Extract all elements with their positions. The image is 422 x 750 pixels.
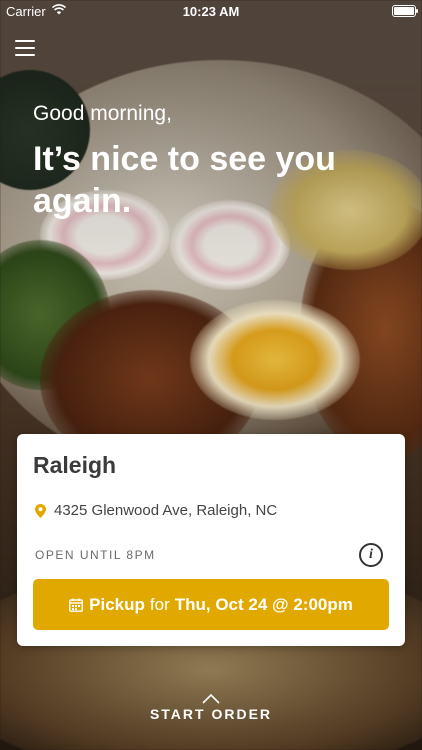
location-pin-icon <box>35 503 46 518</box>
location-address: 4325 Glenwood Ave, Raleigh, NC <box>54 502 278 519</box>
pickup-datetime: Thu, Oct 24 @ 2:00pm <box>174 594 353 614</box>
status-time: 10:23 AM <box>182 4 240 19</box>
info-icon[interactable]: i <box>359 543 383 567</box>
location-address-row: 4325 Glenwood Ave, Raleigh, NC <box>35 502 277 519</box>
battery-icon <box>392 5 418 17</box>
pickup-connector: for <box>149 594 170 614</box>
status-bar: Carrier 10:23 AM <box>0 0 422 22</box>
greeting-text: Good morning, <box>33 102 172 125</box>
location-city: Raleigh <box>33 452 117 478</box>
chevron-up-icon <box>202 694 220 704</box>
start-order-label: START ORDER <box>149 706 273 722</box>
hamburger-menu-icon[interactable] <box>15 40 35 58</box>
start-order-button[interactable]: START ORDER <box>0 694 422 722</box>
opening-hours: OPEN UNTIL 8PM <box>35 548 156 562</box>
pickup-time-button[interactable]: Pickup for Thu, Oct 24 @ 2:00pm <box>33 579 389 630</box>
welcome-headline: It’s nice to see you again. <box>33 140 336 220</box>
calendar-icon <box>69 598 84 612</box>
pickup-label: Pickup <box>89 594 145 614</box>
location-card: Raleigh 4325 Glenwood Ave, Raleigh, NC O… <box>17 434 405 646</box>
